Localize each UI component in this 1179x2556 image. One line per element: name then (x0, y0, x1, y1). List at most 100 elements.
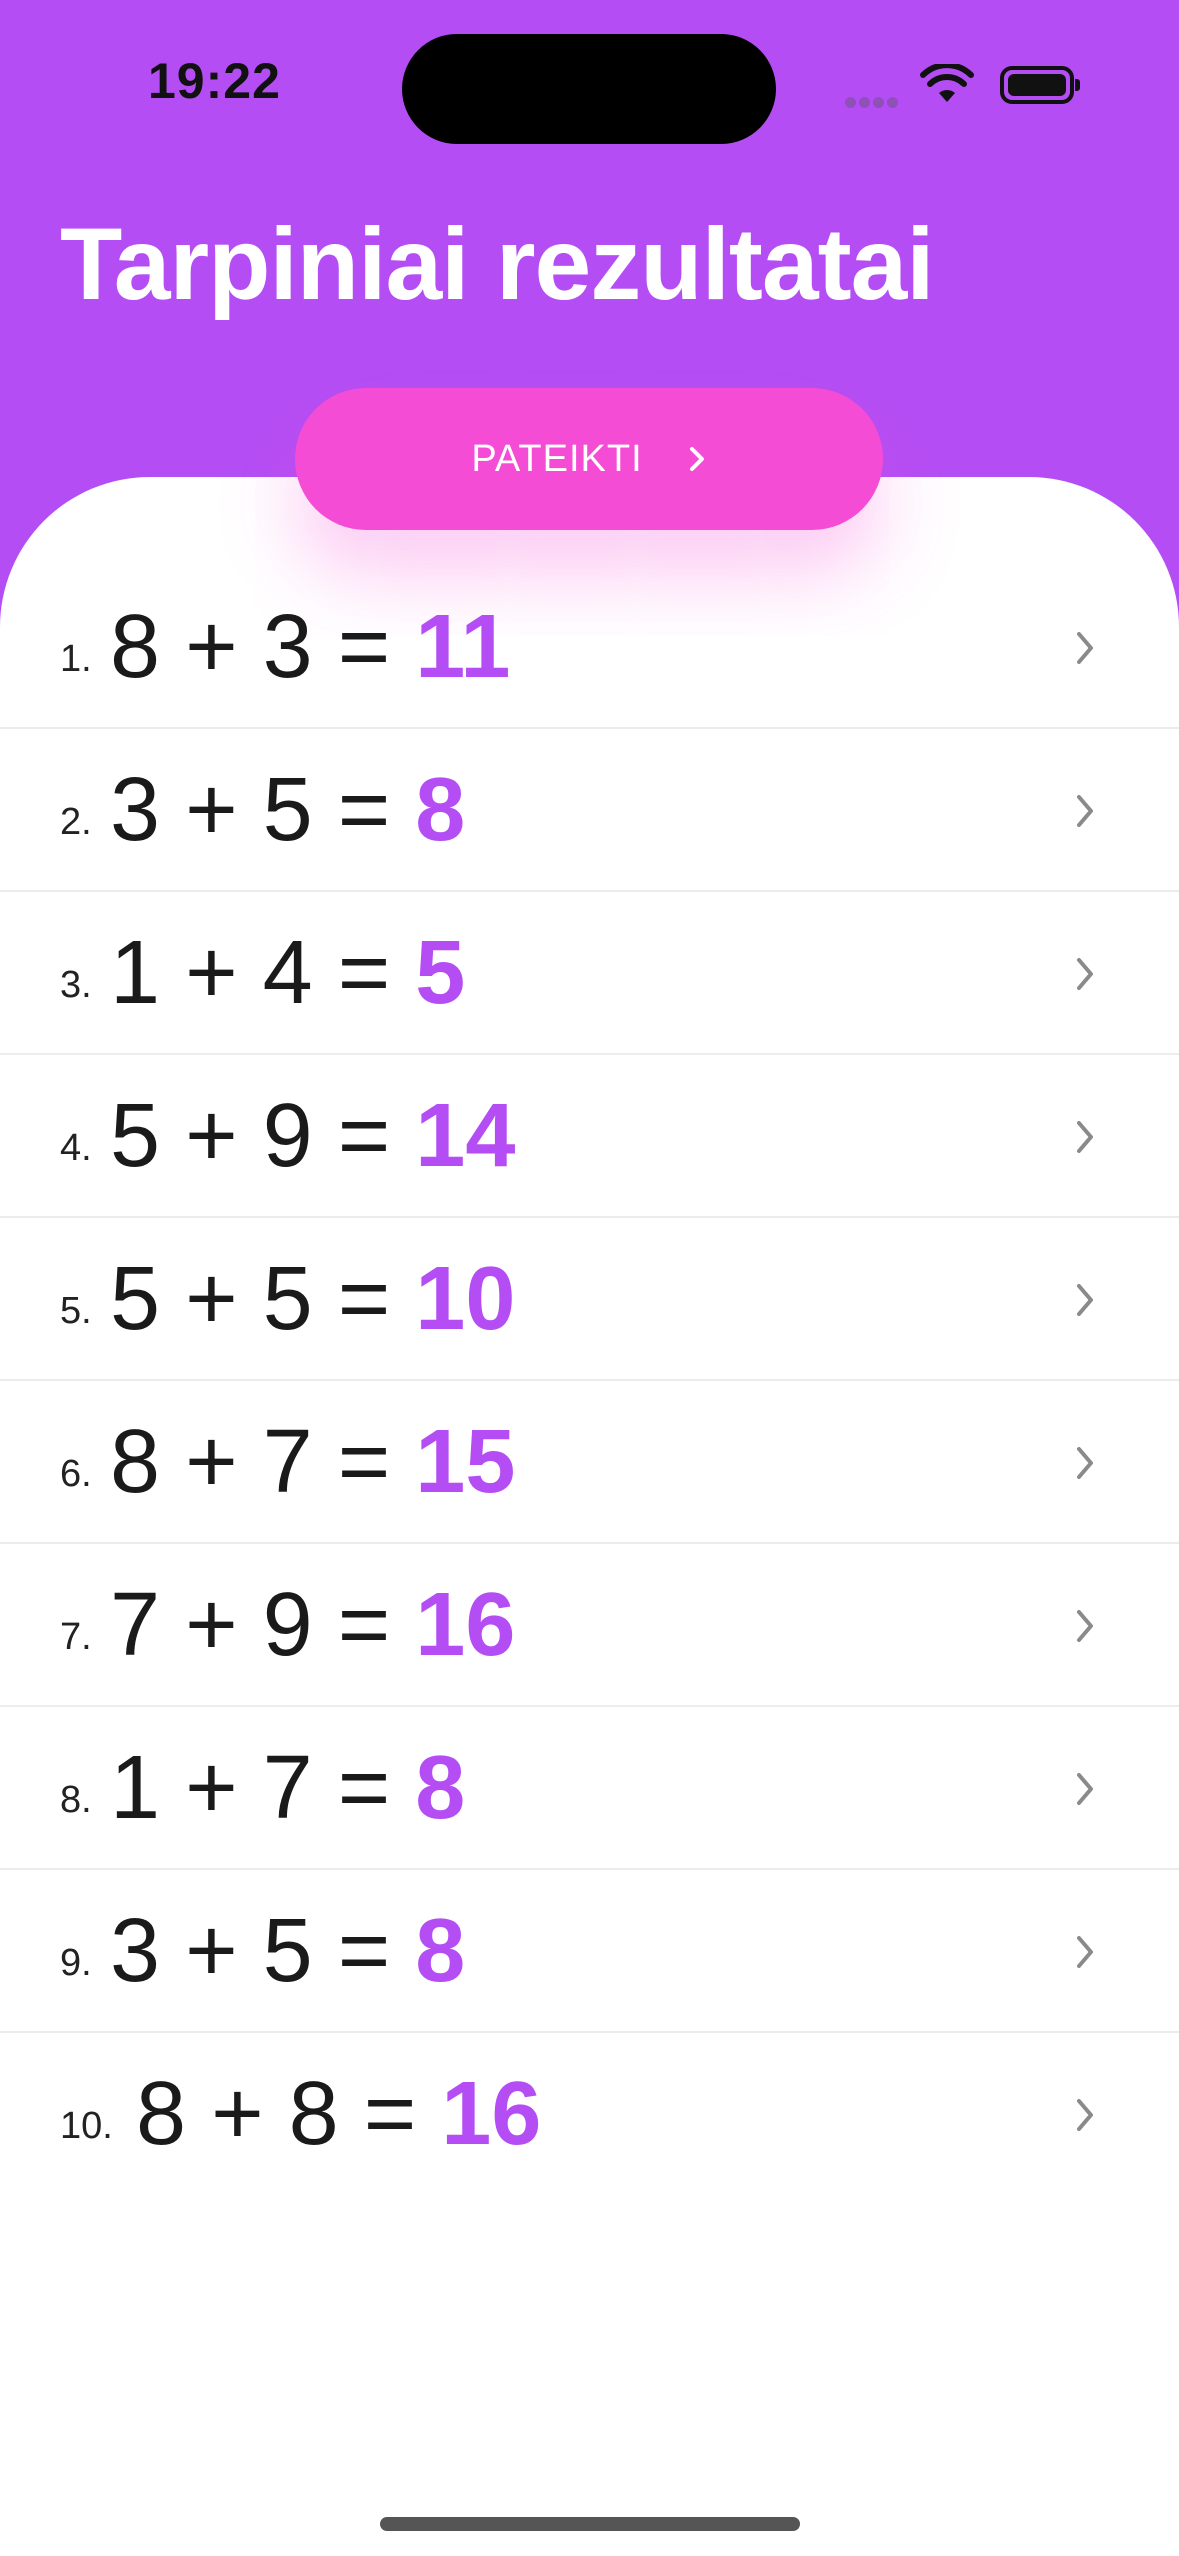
battery-icon (1000, 66, 1080, 104)
plus-sign: + (160, 1249, 263, 1349)
chevron-right-icon (1073, 1769, 1097, 1814)
chevron-right-icon (1073, 1280, 1097, 1325)
operand-b: 3 (262, 597, 313, 697)
row-number: 3. (60, 964, 92, 1006)
home-indicator[interactable] (380, 2517, 800, 2531)
result-row[interactable]: 9. 3 + 5 = 8 (0, 1870, 1179, 2033)
operand-a: 7 (110, 1575, 161, 1675)
operand-b: 7 (262, 1738, 313, 1838)
operand-a: 1 (110, 1738, 161, 1838)
row-number: 6. (60, 1453, 92, 1495)
signal-icon (845, 95, 901, 113)
operand-a: 8 (110, 1412, 161, 1512)
equals-sign: = (312, 597, 416, 697)
answer: 15 (415, 1412, 516, 1512)
operand-a: 5 (110, 1086, 161, 1186)
chevron-right-icon (1073, 1117, 1097, 1162)
plus-sign: + (160, 760, 263, 860)
page-title: Tarpiniai rezultatai (60, 207, 935, 321)
operand-b: 5 (262, 760, 313, 860)
chevron-right-icon (1073, 1443, 1097, 1488)
answer: 16 (415, 1575, 516, 1675)
chevron-right-icon (1073, 2095, 1097, 2140)
equals-sign: = (312, 1575, 416, 1675)
row-number: 1. (60, 638, 92, 680)
operand-b: 9 (262, 1086, 313, 1186)
equals-sign: = (312, 1901, 416, 2001)
answer: 8 (415, 760, 466, 860)
submit-button-label: PATEIKTI (471, 437, 643, 480)
operand-a: 3 (110, 1901, 161, 2001)
equals-sign: = (338, 2064, 442, 2164)
result-row[interactable]: 1. 8 + 3 = 11 (0, 566, 1179, 729)
row-number: 7. (60, 1616, 92, 1658)
answer: 8 (415, 1738, 466, 1838)
equation: 3 + 5 = 8 (110, 759, 465, 862)
results-list: 1. 8 + 3 = 11 2. 3 + 5 = 8 3. 1 + 4 = 5 4. 5 + … (0, 566, 1179, 2194)
equals-sign: = (312, 1249, 416, 1349)
chevron-right-icon (1073, 1606, 1097, 1651)
chevron-right-icon (1073, 628, 1097, 673)
row-number: 4. (60, 1127, 92, 1169)
operand-a: 1 (110, 923, 161, 1023)
operand-b: 8 (288, 2064, 339, 2164)
plus-sign: + (160, 597, 263, 697)
operand-b: 9 (262, 1575, 313, 1675)
operand-a: 8 (110, 597, 161, 697)
plus-sign: + (160, 923, 263, 1023)
operand-b: 7 (262, 1412, 313, 1512)
answer: 16 (441, 2064, 542, 2164)
operand-a: 8 (136, 2064, 187, 2164)
answer: 11 (415, 597, 511, 697)
row-number: 10. (60, 2105, 113, 2147)
equation: 8 + 7 = 15 (110, 1411, 515, 1514)
plus-sign: + (186, 2064, 289, 2164)
answer: 8 (415, 1901, 466, 2001)
row-number: 2. (60, 801, 92, 843)
row-number: 8. (60, 1779, 92, 1821)
plus-sign: + (160, 1738, 263, 1838)
operand-b: 4 (262, 923, 313, 1023)
equation: 1 + 4 = 5 (110, 922, 465, 1025)
submit-button[interactable]: PATEIKTI (295, 388, 883, 530)
equals-sign: = (312, 1086, 416, 1186)
result-row[interactable]: 5. 5 + 5 = 10 (0, 1218, 1179, 1381)
dynamic-island (402, 34, 776, 144)
equals-sign: = (312, 1412, 416, 1512)
result-row[interactable]: 7. 7 + 9 = 16 (0, 1544, 1179, 1707)
answer: 5 (415, 923, 466, 1023)
operand-b: 5 (262, 1901, 313, 2001)
plus-sign: + (160, 1412, 263, 1512)
chevron-right-icon (687, 444, 707, 474)
chevron-right-icon (1073, 954, 1097, 999)
equation: 3 + 5 = 8 (110, 1900, 465, 2003)
wifi-icon (920, 62, 974, 109)
answer: 10 (415, 1249, 516, 1349)
result-row[interactable]: 6. 8 + 7 = 15 (0, 1381, 1179, 1544)
plus-sign: + (160, 1086, 263, 1186)
plus-sign: + (160, 1575, 263, 1675)
equation: 8 + 3 = 11 (110, 596, 510, 699)
result-row[interactable]: 8. 1 + 7 = 8 (0, 1707, 1179, 1870)
equation: 5 + 9 = 14 (110, 1085, 515, 1188)
equals-sign: = (312, 923, 416, 1023)
result-row[interactable]: 10. 8 + 8 = 16 (0, 2033, 1179, 2194)
operand-a: 3 (110, 760, 161, 860)
chevron-right-icon (1073, 791, 1097, 836)
row-number: 9. (60, 1942, 92, 1984)
equation: 7 + 9 = 16 (110, 1574, 515, 1677)
chevron-right-icon (1073, 1932, 1097, 1977)
equals-sign: = (312, 1738, 416, 1838)
equation: 1 + 7 = 8 (110, 1737, 465, 1840)
equals-sign: = (312, 760, 416, 860)
operand-a: 5 (110, 1249, 161, 1349)
row-number: 5. (60, 1290, 92, 1332)
status-time: 19:22 (148, 53, 281, 109)
answer: 14 (415, 1086, 516, 1186)
operand-b: 5 (262, 1249, 313, 1349)
result-row[interactable]: 2. 3 + 5 = 8 (0, 729, 1179, 892)
equation: 5 + 5 = 10 (110, 1248, 515, 1351)
plus-sign: + (160, 1901, 263, 2001)
result-row[interactable]: 3. 1 + 4 = 5 (0, 892, 1179, 1055)
result-row[interactable]: 4. 5 + 9 = 14 (0, 1055, 1179, 1218)
